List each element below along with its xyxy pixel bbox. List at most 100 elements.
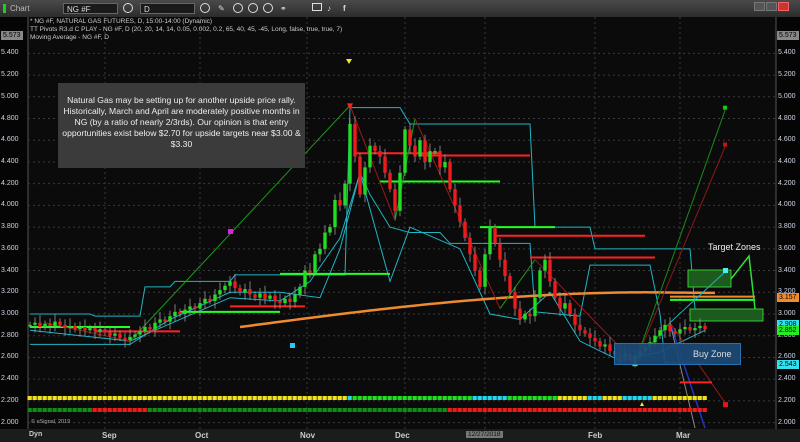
indicator-cell [247, 408, 252, 412]
indicator-cell [347, 408, 352, 412]
candle-body [368, 145, 372, 168]
indicator-cell [452, 408, 457, 412]
candle-body [518, 308, 522, 320]
y-tick-label: 3.800 [778, 223, 796, 231]
dyn-label[interactable]: Dyn [29, 431, 42, 438]
indicator-cell [617, 408, 622, 412]
indicator-cell [237, 408, 242, 412]
indicator-cell [27, 396, 32, 400]
indicator-cell [577, 408, 582, 412]
signal-marker [228, 229, 233, 234]
candle-body [563, 303, 567, 309]
indicator-cell [537, 408, 542, 412]
candle-body [253, 294, 257, 298]
indicator-cell [692, 408, 697, 412]
indicator-cell [77, 396, 82, 400]
y-tick-label: 5.400 [778, 49, 796, 57]
indicator-cell [377, 396, 382, 400]
indicator-cell [662, 396, 667, 400]
candle-body [653, 335, 657, 343]
candle-body [158, 319, 162, 323]
indicator-cell [107, 408, 112, 412]
indicator-cell [392, 396, 397, 400]
indicator-cell [597, 408, 602, 412]
indicator-cell [282, 408, 287, 412]
indicator-cell [387, 396, 392, 400]
candle-body [143, 327, 147, 332]
candle-body [458, 205, 462, 222]
indicator-cell [497, 396, 502, 400]
indicator-cell [437, 408, 442, 412]
candle-body [288, 298, 292, 303]
target-zones-label: Target Zones [708, 242, 761, 252]
indicator-cell [672, 396, 677, 400]
candle-body [478, 270, 482, 287]
y-tick-label: 4.600 [1, 136, 19, 144]
candle-body [573, 314, 577, 325]
indicator-cell [497, 408, 502, 412]
indicator-cell [607, 396, 612, 400]
indicator-cell [157, 396, 162, 400]
y-tick-label: 2.200 [778, 396, 796, 404]
indicator-cell [367, 408, 372, 412]
y-tick-label: 5.200 [1, 71, 19, 79]
indicator-cell [377, 408, 382, 412]
candle-body [198, 303, 202, 309]
candle-body [53, 321, 57, 326]
candle-body [383, 156, 387, 173]
candle-body [238, 287, 242, 293]
candle-body [133, 334, 137, 337]
indicator-cell [227, 396, 232, 400]
last-price-tag-left: 5.573 [1, 30, 23, 40]
candle-body [358, 156, 362, 195]
indicator-cell [302, 396, 307, 400]
indicator-cell [352, 396, 357, 400]
indicator-cell [582, 396, 587, 400]
indicator-cell [417, 396, 422, 400]
signal-marker [290, 343, 295, 348]
indicator-cell [312, 408, 317, 412]
indicator-cell [557, 408, 562, 412]
indicator-cell [617, 396, 622, 400]
indicator-cell [467, 396, 472, 400]
candle-body [503, 259, 507, 276]
candle-body [558, 297, 562, 309]
indicator-cell [187, 396, 192, 400]
indicator-cell [167, 408, 172, 412]
month-label: Mar [676, 431, 691, 440]
indicator-cell [337, 396, 342, 400]
indicator-cell [177, 396, 182, 400]
indicator-cell [142, 396, 147, 400]
indicator-cell [687, 408, 692, 412]
indicator-cell [652, 408, 657, 412]
indicator-cell [587, 408, 592, 412]
indicator-cell [232, 396, 237, 400]
candle-body [378, 151, 382, 157]
indicator-cell [307, 408, 312, 412]
indicator-cell [277, 408, 282, 412]
indicator-cell [557, 396, 562, 400]
indicator-cell [137, 396, 142, 400]
candle-body [468, 237, 472, 255]
y-tick-label: 3.000 [778, 310, 796, 317]
indicator-cell [412, 408, 417, 412]
candle-body [373, 145, 377, 152]
indicator-cell [247, 396, 252, 400]
candle-body [193, 306, 197, 309]
indicator-cell [252, 408, 257, 412]
candle-body [433, 151, 437, 153]
indicator-cell [612, 396, 617, 400]
indicator-cell [182, 408, 187, 412]
candle-body [173, 311, 177, 317]
indicator-cell [62, 408, 67, 412]
candle-body [403, 129, 407, 173]
indicator-cell [652, 396, 657, 400]
y-tick-label: 3.800 [1, 223, 19, 231]
indicator-cell [662, 408, 667, 412]
indicator-cell [147, 408, 152, 412]
indicator-cell [417, 408, 422, 412]
indicator-cell [647, 408, 652, 412]
indicator-cell [127, 396, 132, 400]
price-chart[interactable] [0, 0, 800, 442]
indicator-cell [532, 396, 537, 400]
